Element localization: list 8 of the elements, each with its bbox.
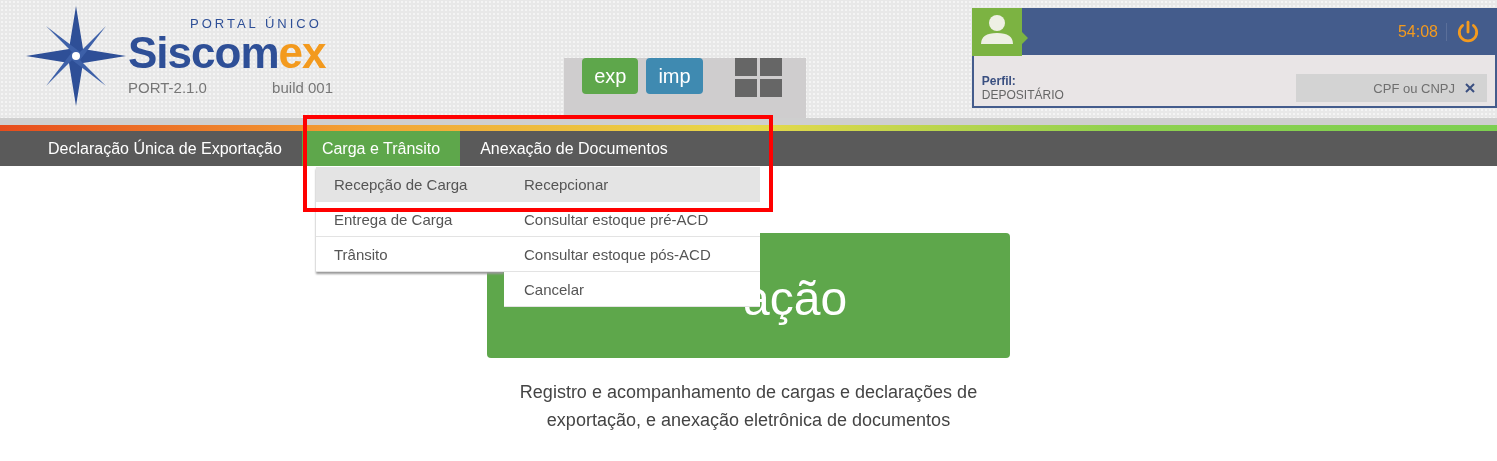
- version-label: PORT-2.1.0: [128, 79, 207, 96]
- profile-label: Perfil:: [981, 74, 1016, 88]
- card-description: Registro e acompanhamento de cargas e declarações de exportação, e anexação eletrônica de documentos: [518, 381, 979, 432]
- logo-wordmark: Siscomex: [128, 31, 327, 75]
- session-timer: 54:08: [1397, 22, 1447, 41]
- logo-tagline: PORTAL ÚNICO: [190, 16, 323, 31]
- build-label: build 001: [272, 79, 333, 96]
- profile-value: DEPOSITÁRIO: [981, 88, 1064, 102]
